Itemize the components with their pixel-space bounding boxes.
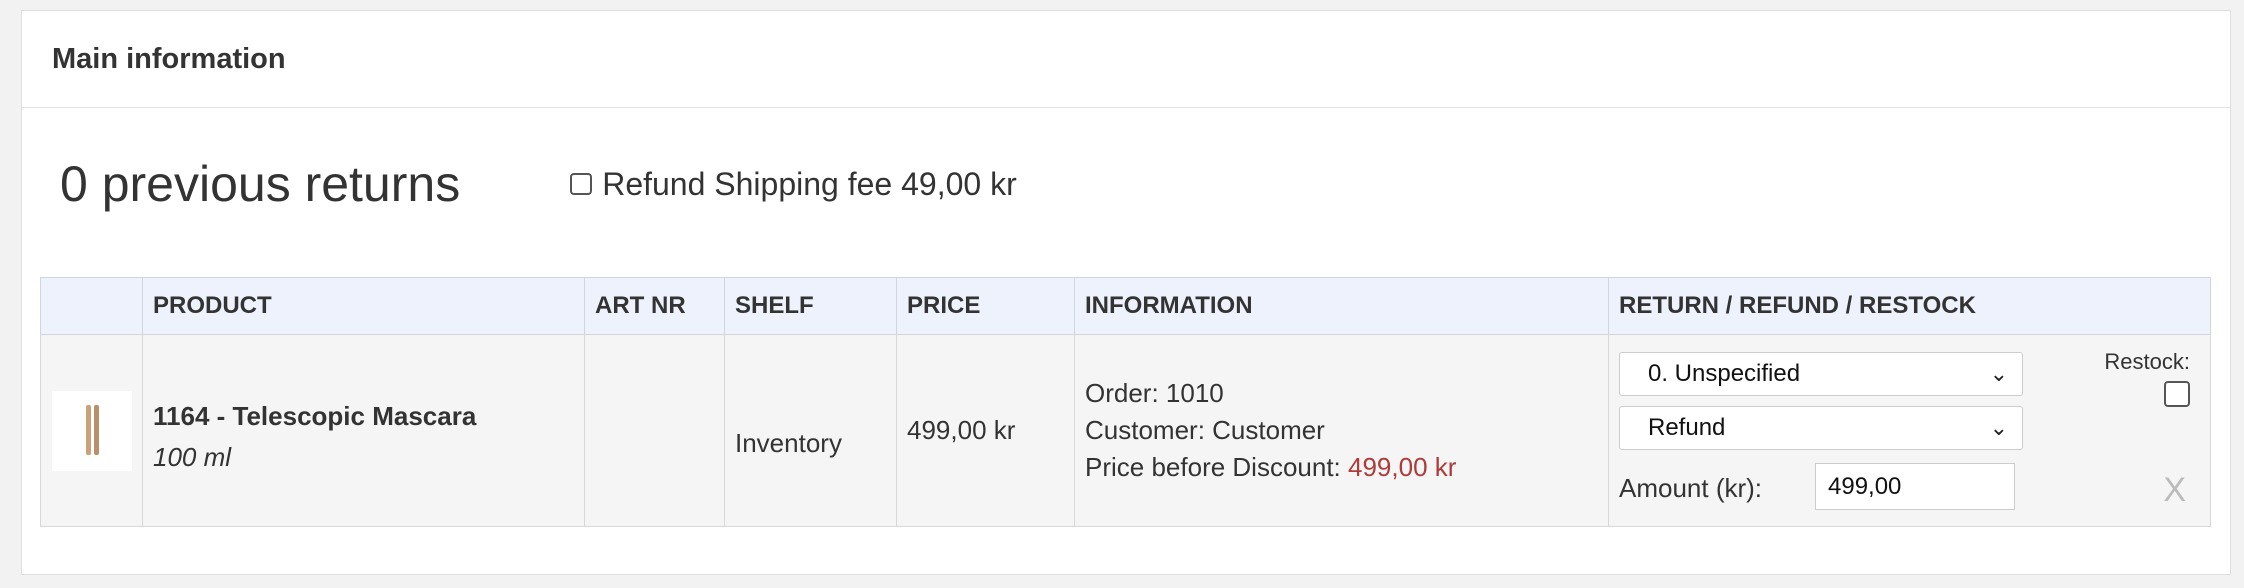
shelf-cell: Inventory: [724, 334, 897, 527]
remove-row-button[interactable]: X: [2163, 471, 2186, 510]
refund-shipping-label: Refund Shipping fee 49,00 kr: [602, 165, 1017, 202]
restock-label: Restock:: [2104, 349, 2190, 374]
column-header-return-refund-restock: RETURN / REFUND / RESTOCK: [1608, 277, 2211, 335]
product-cell: 1164 - Telescopic Mascara 100 ml: [142, 334, 585, 527]
column-header-shelf: SHELF: [724, 277, 897, 335]
return-reason-value: 0. Unspecified: [1648, 360, 1801, 387]
information-cell: Order: 1010 Customer: Customer Price bef…: [1074, 334, 1609, 527]
mascara-image: [85, 404, 91, 455]
return-reason-select[interactable]: 0. Unspecified ⌄: [1619, 352, 2023, 396]
refund-shipping-checkbox[interactable]: [570, 173, 593, 195]
product-thumbnail: [51, 390, 132, 471]
amount-input[interactable]: 499,00: [1815, 463, 2015, 510]
product-size: 100 ml: [153, 441, 232, 472]
return-type-value: Refund: [1648, 414, 1726, 441]
order-info: Order: 1010: [1085, 378, 1224, 408]
product-image-cell: [40, 334, 143, 527]
price-before-discount: Price before Discount: 499,00 kr: [1085, 449, 1598, 486]
restock-checkbox[interactable]: [2164, 381, 2190, 407]
chevron-down-icon: ⌄: [1989, 415, 2008, 440]
price-value: 499,00 kr: [907, 415, 1016, 445]
previous-returns-count: 0 previous returns: [60, 156, 461, 212]
column-header-product: PRODUCT: [142, 277, 585, 335]
column-header-information: INFORMATION: [1074, 277, 1609, 335]
table-row: 1164 - Telescopic Mascara 100 ml Invento…: [40, 334, 2211, 527]
table-header-row: PRODUCT ART NR SHELF PRICE INFORMATION R…: [40, 277, 2211, 335]
shelf-value: Inventory: [735, 428, 842, 458]
art-nr-cell: [584, 334, 725, 527]
amount-label: Amount (kr):: [1619, 473, 1763, 503]
column-header-image: [40, 277, 143, 335]
returns-table: PRODUCT ART NR SHELF PRICE INFORMATION R…: [40, 277, 2211, 527]
card-title: Main information: [22, 11, 2230, 108]
main-information-card: Main information 0 previous returns Refu…: [21, 10, 2231, 575]
refund-shipping-option[interactable]: Refund Shipping fee 49,00 kr: [570, 166, 1017, 203]
price-cell: 499,00 kr: [896, 334, 1075, 527]
price-before-discount-label: Price before Discount:: [1085, 452, 1349, 482]
customer-info: Customer: Customer: [1085, 415, 1325, 445]
return-refund-restock-cell: 0. Unspecified ⌄ Refund ⌄ Amount (kr): 4…: [1608, 334, 2211, 527]
product-name: 1164 - Telescopic Mascara: [153, 400, 477, 431]
mascara-image-part: [93, 404, 99, 455]
column-header-art-nr: ART NR: [584, 277, 725, 335]
chevron-down-icon: ⌄: [1989, 361, 2008, 386]
column-header-price: PRICE: [896, 277, 1075, 335]
return-type-select[interactable]: Refund ⌄: [1619, 406, 2023, 450]
summary-row: 0 previous returns Refund Shipping fee 4…: [60, 155, 1017, 213]
price-before-discount-value: 499,00 kr: [1348, 452, 1457, 482]
